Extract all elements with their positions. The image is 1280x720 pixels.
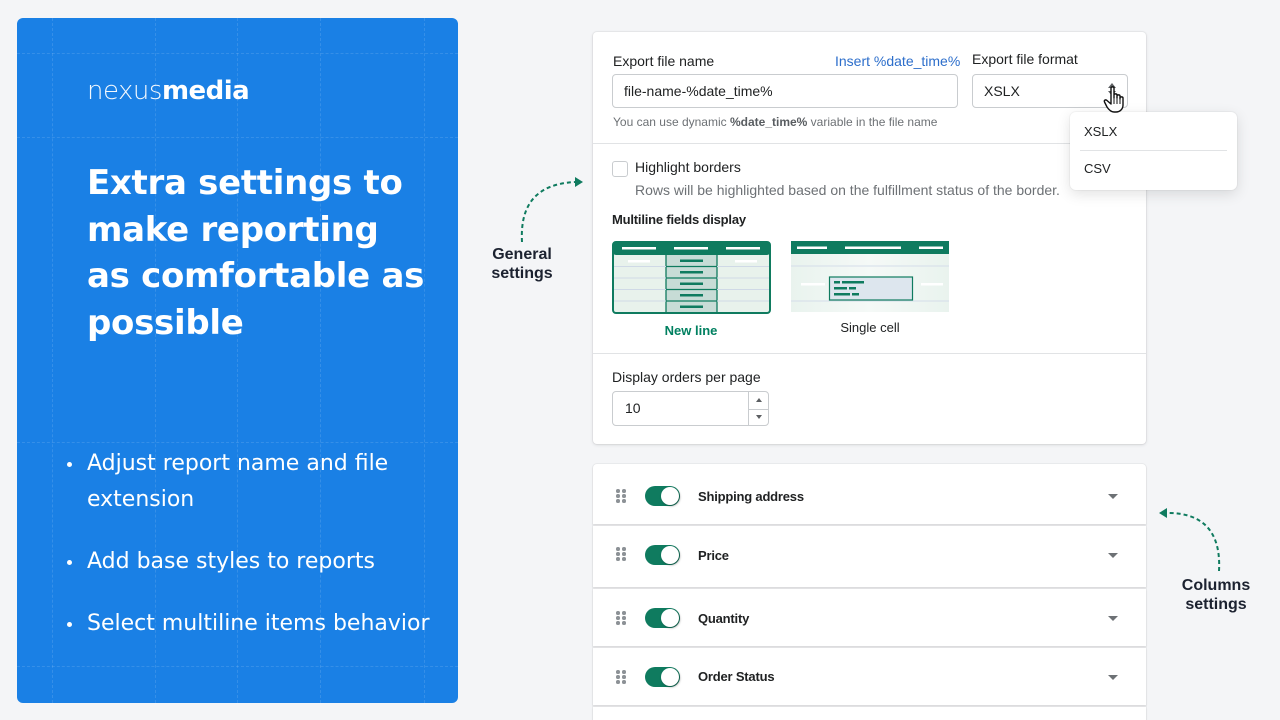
toggle-knob — [661, 487, 679, 505]
feature-list: Adjust report name and file extension Ad… — [65, 446, 435, 668]
column-name: Shipping address — [698, 489, 804, 504]
brand-logo-bold: media — [161, 76, 250, 106]
orders-per-page-label: Display orders per page — [612, 369, 761, 385]
feature-item: Add base styles to reports — [65, 544, 435, 580]
file-format-value: XSLX — [984, 83, 1020, 99]
file-name-label: Export file name — [613, 53, 715, 69]
general-settings-arrow-icon — [520, 177, 583, 243]
column-toggle[interactable] — [645, 545, 680, 565]
highlight-borders-description: Rows will be highlighted based on the fu… — [635, 182, 1060, 198]
chevron-down-icon[interactable] — [1108, 553, 1118, 558]
file-name-input[interactable]: file-name-%date_time% — [612, 74, 958, 108]
highlight-borders-label: Highlight borders — [635, 159, 741, 175]
help-text: variable in the file name — [807, 115, 938, 129]
chevron-down-icon[interactable] — [1108, 616, 1118, 621]
pagination-section: Display orders per page 10 — [593, 354, 1146, 444]
dropdown-divider — [1080, 150, 1227, 151]
column-toggle[interactable] — [645, 486, 680, 506]
help-text: You can use dynamic — [613, 115, 730, 129]
column-toggle[interactable] — [645, 667, 680, 687]
toggle-knob — [661, 546, 679, 564]
promo-headline: Extra settings to make reporting as comf… — [87, 163, 425, 343]
column-row[interactable]: Order Status — [593, 648, 1146, 705]
column-name: Price — [698, 548, 729, 563]
orders-per-page-stepper[interactable]: 10 — [612, 391, 769, 426]
caret-down-icon — [755, 415, 762, 420]
feature-item: Adjust report name and file extension — [65, 446, 435, 518]
drag-handle-icon[interactable] — [616, 670, 626, 684]
column-row[interactable]: Quantity — [593, 589, 1146, 646]
toggle-knob — [661, 609, 679, 627]
drag-handle-icon[interactable] — [616, 611, 626, 625]
grid-line — [17, 53, 458, 54]
toggle-knob — [661, 668, 679, 686]
help-variable: %date_time% — [729, 115, 808, 129]
file-name-help: You can use dynamic %date_time% variable… — [613, 115, 937, 129]
decrement-button[interactable] — [749, 408, 768, 426]
increment-button[interactable] — [749, 392, 768, 409]
chevron-down-icon[interactable] — [1108, 494, 1118, 499]
insert-date-time-link[interactable]: Insert %date_time% — [835, 53, 960, 69]
feature-item: Select multiline items behavior — [65, 606, 435, 642]
single-cell-option-label[interactable]: Single cell — [790, 320, 950, 335]
file-format-dropdown: XSLX CSV — [1070, 112, 1237, 190]
columns-settings-annotation: Columns settings — [1181, 577, 1251, 613]
column-row[interactable] — [593, 707, 1146, 720]
grid-line — [17, 442, 458, 443]
orders-per-page-value[interactable]: 10 — [625, 392, 641, 425]
multiline-label: Multiline fields display — [612, 212, 746, 227]
drag-handle-icon[interactable] — [616, 547, 626, 561]
grid-line — [17, 137, 458, 138]
hand-cursor-icon — [1103, 86, 1124, 113]
stepper-buttons — [748, 392, 768, 425]
highlight-borders-checkbox[interactable] — [612, 161, 628, 177]
new-line-option-thumbnail[interactable] — [612, 241, 771, 314]
general-settings-card: Export file name Insert %date_time% file… — [593, 32, 1146, 444]
dropdown-option-csv[interactable]: CSV — [1084, 161, 1111, 176]
chevron-down-icon[interactable] — [1108, 675, 1118, 680]
column-name: Order Status — [698, 669, 775, 684]
drag-handle-icon[interactable] — [616, 489, 626, 503]
column-row[interactable]: Price — [593, 526, 1146, 587]
caret-up-icon — [755, 398, 762, 403]
single-cell-option-thumbnail[interactable] — [791, 241, 949, 313]
column-row[interactable]: Shipping address — [593, 464, 1146, 524]
style-settings-section: Highlight borders Rows will be highlight… — [593, 144, 1146, 354]
column-toggle[interactable] — [645, 608, 680, 628]
column-name: Quantity — [698, 611, 750, 626]
dropdown-option-xslx[interactable]: XSLX — [1084, 124, 1117, 139]
file-format-label: Export file format — [972, 51, 1078, 67]
grid-line — [52, 18, 53, 703]
brand-logo: nexusmedia — [87, 76, 250, 106]
promo-panel: nexusmedia Extra settings to make report… — [17, 18, 458, 703]
brand-logo-light: nexus — [87, 76, 162, 106]
new-line-option-label[interactable]: New line — [611, 323, 771, 338]
file-settings-section: Export file name Insert %date_time% file… — [593, 32, 1146, 144]
columns-settings-arrow-icon — [1159, 508, 1221, 572]
general-settings-annotation: General settings — [491, 246, 553, 282]
